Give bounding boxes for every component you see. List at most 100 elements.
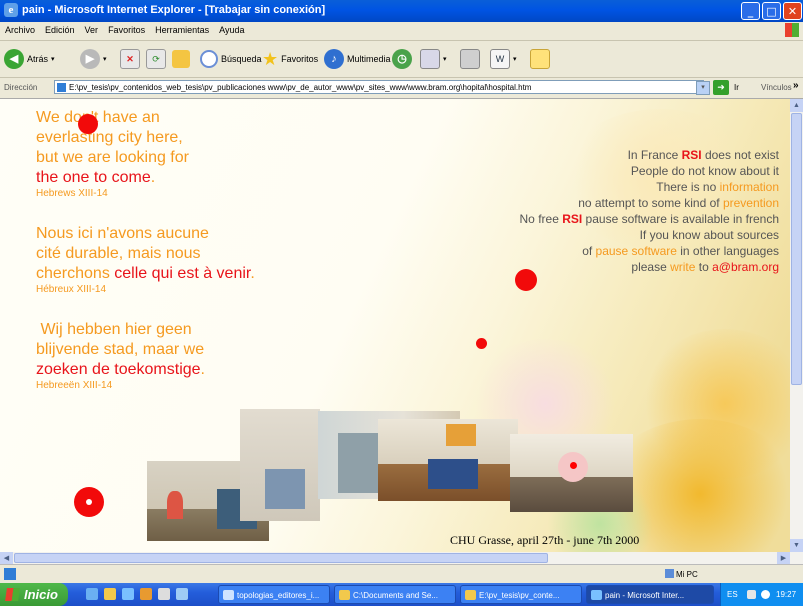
quicklaunch-ie-icon[interactable]: [122, 588, 134, 600]
red-dot-ring: [74, 487, 104, 517]
verse-line: Nous ici n'avons aucune: [36, 225, 209, 242]
hospital-photo-2: [240, 409, 320, 521]
windows-logo-icon: [5, 588, 20, 601]
back-dropdown-icon: ▾: [51, 56, 55, 63]
red-dot: [476, 338, 487, 349]
email-link[interactable]: a@bram.org: [712, 260, 779, 274]
edit-dropdown-icon[interactable]: ▾: [513, 55, 517, 63]
close-button[interactable]: ✕: [783, 2, 802, 20]
menu-archivo[interactable]: Archivo: [0, 22, 40, 35]
verse-punct: .: [150, 169, 156, 186]
verse-punct: .: [250, 265, 255, 282]
scroll-down-icon[interactable]: ▼: [790, 539, 803, 552]
menu-herramientas[interactable]: Herramientas: [150, 22, 214, 35]
clock: 19:27: [776, 590, 797, 599]
verse-line: cité durable, mais nous: [36, 245, 201, 262]
write-link[interactable]: write: [670, 260, 695, 274]
quicklaunch-app-icon[interactable]: [176, 588, 188, 600]
search-button[interactable]: Búsqueda: [200, 47, 262, 71]
address-bar: Dirección E:\pv_tesis\pv_contenidos_web_…: [0, 78, 803, 99]
verse-line: blijvende stad, maar we: [36, 341, 205, 358]
go-arrow-icon[interactable]: ➜: [713, 80, 729, 95]
go-button-label[interactable]: Ir: [734, 83, 739, 92]
volume-icon[interactable]: [761, 590, 770, 599]
menu-bar: Archivo Edición Ver Favoritos Herramientas Ay…: [0, 22, 803, 41]
taskbar-item-pain-ie[interactable]: pain - Microsoft Inter...: [586, 585, 714, 604]
page-content: We don't have an everlasting city here, …: [0, 99, 790, 552]
search-label: Búsqueda: [221, 54, 262, 64]
verse-french: Nous ici n'avons aucune cité durable, ma…: [36, 224, 255, 296]
print-icon[interactable]: [460, 49, 480, 69]
multimedia-button[interactable]: ♪ Multimedia: [324, 47, 391, 71]
links-label[interactable]: Vínculos: [761, 83, 792, 92]
taskbar-item-label: C:\Documents and Se...: [353, 591, 438, 600]
taskbar-item-pv-tesis[interactable]: E:\pv_tesis\pv_conte...: [460, 585, 582, 604]
red-center: [570, 462, 577, 469]
photo-caption: CHU Grasse, april 27th - june 7th 2000: [450, 533, 640, 547]
taskbar-item-label: E:\pv_tesis\pv_conte...: [479, 591, 560, 600]
toolbar: ◀ Atrás ▾ ▶ ▾ ✕ ⟳ Búsqueda ★ Favoritos ♪…: [0, 41, 803, 78]
scroll-left-icon[interactable]: ◀: [0, 552, 13, 564]
multimedia-label: Multimedia: [347, 54, 391, 64]
verse-highlight: celle qui est à venir: [114, 265, 251, 282]
verse-english: We don't have an everlasting city here, …: [36, 108, 189, 200]
menu-ayuda[interactable]: Ayuda: [214, 22, 249, 35]
system-tray: ES 19:27: [720, 583, 803, 606]
edit-word-icon[interactable]: W: [490, 49, 510, 69]
quicklaunch-desktop-icon[interactable]: [86, 588, 98, 600]
back-button[interactable]: ◀ Atrás ▾: [4, 47, 55, 71]
window: [338, 433, 378, 493]
back-arrow-icon: ◀: [4, 49, 24, 69]
ring-center: [86, 499, 92, 505]
prevention-link[interactable]: prevention: [723, 196, 779, 210]
menu-ver[interactable]: Ver: [80, 22, 104, 35]
scroll-up-icon[interactable]: ▲: [790, 99, 803, 112]
history-icon[interactable]: ◷: [392, 49, 412, 69]
rsi-text: No free: [519, 212, 563, 226]
links-more-icon[interactable]: »: [793, 80, 799, 91]
start-label: Inicio: [24, 587, 58, 602]
refresh-icon[interactable]: ⟳: [146, 49, 166, 69]
rsi-highlight: RSI: [562, 212, 583, 226]
menu-edicion[interactable]: Edición: [40, 22, 80, 35]
quicklaunch-folder-icon[interactable]: [104, 588, 116, 600]
verse-dutch: Wij hebben hier geen blijvende stad, maa…: [36, 320, 205, 392]
quicklaunch-media-icon[interactable]: [140, 588, 152, 600]
horizontal-scrollbar[interactable]: ◀ ▶: [0, 552, 790, 564]
address-label: Dirección: [4, 83, 38, 92]
taskbar-item-documents[interactable]: C:\Documents and Se...: [334, 585, 456, 604]
red-dot: [78, 114, 98, 134]
horizontal-scroll-thumb[interactable]: [14, 553, 548, 563]
start-button[interactable]: Inicio: [0, 583, 68, 606]
mail-icon[interactable]: [420, 49, 440, 69]
taskbar-item-topologias[interactable]: topologias_editores_i...: [218, 585, 330, 604]
messenger-icon[interactable]: [530, 49, 550, 69]
vertical-scrollbar[interactable]: ▲ ▼: [790, 99, 803, 564]
taskbar-item-label: topologias_editores_i...: [237, 591, 320, 600]
mail-dropdown-icon[interactable]: ▾: [443, 55, 447, 63]
vertical-scroll-thumb[interactable]: [791, 113, 802, 385]
language-indicator[interactable]: ES: [727, 583, 738, 606]
pause-software-link[interactable]: pause software: [596, 244, 677, 258]
rsi-text: to: [695, 260, 713, 274]
address-input[interactable]: E:\pv_tesis\pv_contenidos_web_tesis\pv_p…: [54, 80, 704, 94]
minimize-button[interactable]: _: [741, 2, 760, 20]
menu-favoritos[interactable]: Favoritos: [103, 22, 150, 35]
hospital-photo-4: [378, 419, 518, 501]
quicklaunch-tool-icon[interactable]: [158, 588, 170, 600]
home-icon[interactable]: [172, 50, 190, 68]
maximize-button[interactable]: □: [762, 2, 781, 20]
stop-icon[interactable]: ✕: [120, 49, 140, 69]
verse-highlight: zoeken de toekomstige: [36, 361, 201, 378]
window-title: pain - Microsoft Internet Explorer - [Tr…: [22, 4, 326, 16]
title-bar[interactable]: e pain - Microsoft Internet Explorer - […: [0, 0, 803, 22]
favorites-button[interactable]: ★ Favoritos: [262, 47, 318, 71]
my-computer-icon: [665, 569, 674, 578]
information-link[interactable]: information: [720, 180, 779, 194]
back-label: Atrás: [27, 54, 49, 64]
address-dropdown-icon[interactable]: ▾: [696, 81, 710, 95]
scroll-right-icon[interactable]: ▶: [777, 552, 790, 564]
network-icon[interactable]: [747, 590, 756, 599]
verse-line: We don't have an: [36, 109, 160, 126]
forward-button[interactable]: ▶ ▾: [80, 47, 107, 71]
